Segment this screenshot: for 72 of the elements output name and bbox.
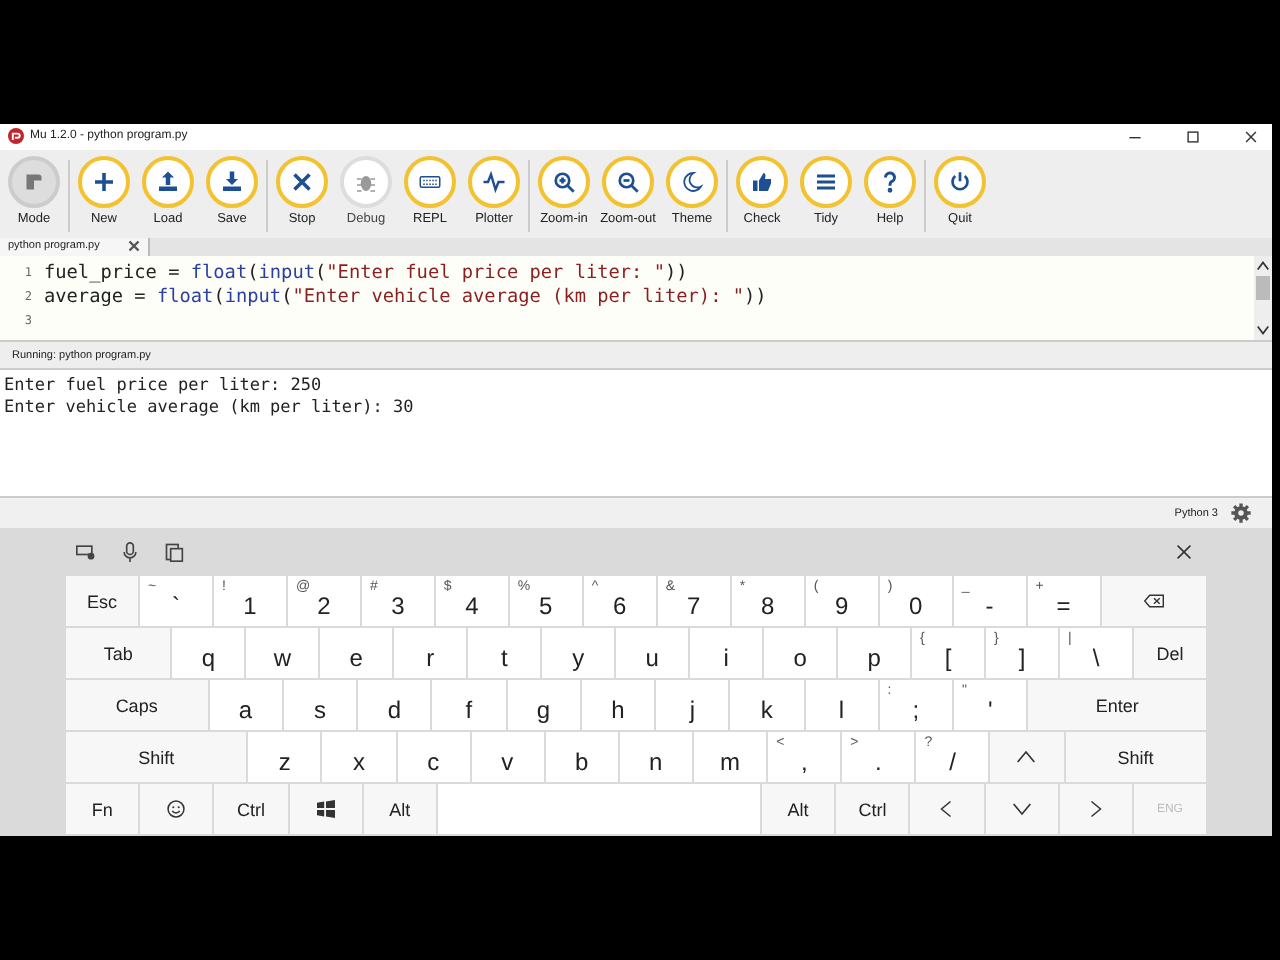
key[interactable]: b — [545, 732, 618, 782]
output-line: Enter fuel price per liter: 250 — [4, 375, 324, 398]
code-line: average = float(input("Enter vehicle average (km per liter): ")) — [44, 285, 767, 308]
output-line: Enter vehicle average (km per liter): 30 — [4, 397, 416, 420]
key[interactable]: Caps — [66, 680, 208, 730]
pulse-icon — [482, 169, 506, 194]
backspace-key[interactable] — [1101, 576, 1206, 626]
key[interactable]: d — [358, 680, 431, 730]
scroll-up-icon[interactable] — [1256, 260, 1270, 273]
key[interactable]: Enter — [1028, 680, 1206, 730]
key[interactable]: j — [656, 680, 729, 730]
clipboard-icon[interactable] — [164, 542, 184, 562]
mode-icon — [22, 169, 46, 194]
key[interactable]: c — [397, 732, 470, 782]
stop-icon — [290, 169, 314, 194]
windows-logo-icon — [315, 800, 336, 818]
maximize-icon[interactable] — [1186, 129, 1200, 144]
key[interactable]: z — [248, 732, 321, 782]
key[interactable]: m — [693, 732, 767, 782]
close-tab-icon[interactable] — [127, 240, 140, 253]
key[interactable]: Fn — [66, 784, 139, 834]
backspace-icon — [1143, 592, 1164, 610]
key[interactable]: s — [283, 680, 357, 730]
keyboard-settings-icon[interactable] — [76, 542, 96, 562]
question-mark-icon — [878, 169, 902, 194]
key[interactable]: x — [322, 732, 396, 782]
key[interactable]: p — [838, 628, 911, 678]
key[interactable]: Ctrl — [836, 784, 909, 834]
settings-icon[interactable] — [1230, 502, 1252, 525]
upload-icon — [156, 169, 180, 194]
windows-key[interactable] — [289, 784, 362, 834]
close-icon[interactable] — [1176, 544, 1192, 560]
key[interactable]: u — [616, 628, 689, 678]
moon-icon — [680, 169, 704, 194]
lines-icon — [814, 169, 838, 194]
key[interactable]: Ctrl — [214, 784, 288, 834]
key[interactable]: y — [542, 628, 615, 678]
plus-icon — [92, 169, 116, 194]
key[interactable]: Tab — [66, 628, 171, 678]
key[interactable]: n — [619, 732, 692, 782]
key[interactable]: w — [246, 628, 319, 678]
thumbs-up-icon — [750, 169, 774, 194]
zoom-out-icon — [616, 169, 640, 194]
key[interactable]: r — [394, 628, 467, 678]
key[interactable]: Del — [1133, 628, 1206, 678]
key[interactable]: Alt — [363, 784, 436, 834]
emoji-key[interactable] — [140, 784, 213, 834]
key[interactable]: Shift — [66, 732, 247, 782]
key[interactable]: h — [581, 680, 655, 730]
zoom-in-icon — [552, 169, 576, 194]
smiley-icon — [166, 800, 187, 818]
key[interactable]: f — [432, 680, 506, 730]
key[interactable]: l — [805, 680, 878, 730]
scroll-down-icon[interactable] — [1256, 324, 1270, 337]
key[interactable]: a — [209, 680, 282, 730]
key[interactable]: e — [320, 628, 393, 678]
scrollbar[interactable] — [1254, 256, 1272, 341]
key[interactable]: Esc — [66, 576, 138, 626]
code-line: fuel_price = float(input("Enter fuel price per liter: ")) — [44, 261, 688, 284]
close-icon[interactable] — [1244, 129, 1258, 144]
key[interactable]: g — [507, 680, 580, 730]
key[interactable]: v — [471, 732, 544, 782]
key[interactable]: q — [172, 628, 245, 678]
key[interactable]: Alt — [761, 784, 835, 834]
key[interactable]: i — [690, 628, 763, 678]
download-icon — [220, 169, 244, 194]
key[interactable]: Shift — [1065, 732, 1206, 782]
key[interactable]: t — [468, 628, 541, 678]
microphone-icon[interactable] — [120, 542, 140, 562]
key[interactable]: o — [764, 628, 837, 678]
key[interactable]: k — [730, 680, 804, 730]
power-icon — [948, 169, 972, 194]
